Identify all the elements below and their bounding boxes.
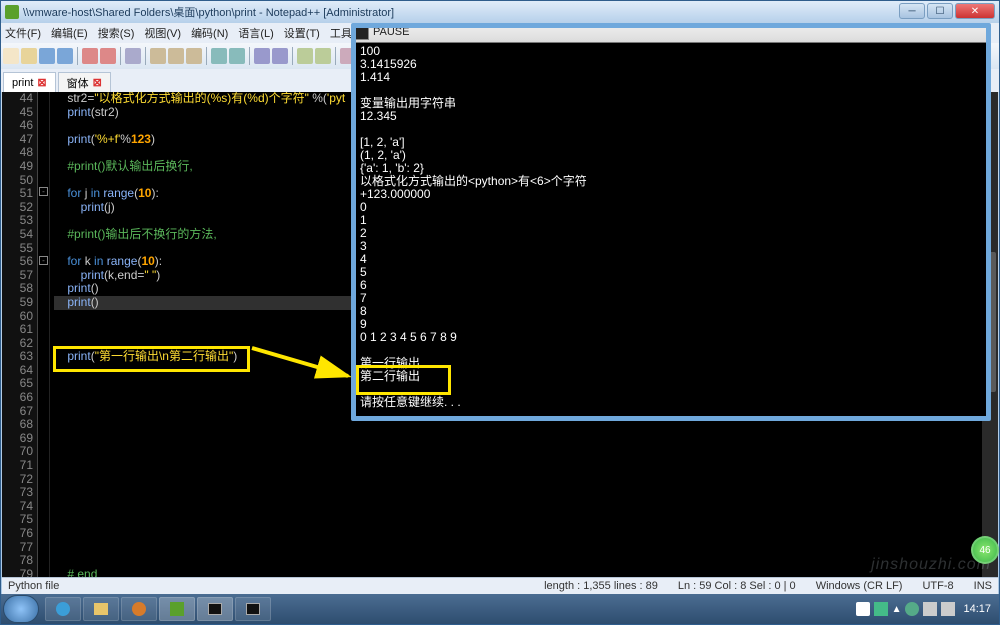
menu-edit[interactable]: 编辑(E) [51,25,88,41]
status-language: Python file [8,580,59,592]
save-icon[interactable] [39,48,55,64]
taskbar-item-cmd[interactable] [197,597,233,621]
window-titlebar: \\vmware-host\Shared Folders\桌面\python\p… [1,1,999,23]
tab-form[interactable]: 窗体⊠ [58,72,111,92]
taskbar-item-notepadpp[interactable] [159,597,195,621]
close-all-icon[interactable] [100,48,116,64]
tray-shield-icon[interactable] [874,602,888,616]
fold-marker-icon[interactable]: - [39,256,48,265]
menu-language[interactable]: 语言(L) [238,25,273,41]
redo-icon[interactable] [229,48,245,64]
paste-icon[interactable] [186,48,202,64]
console-titlebar[interactable]: PAUSE [351,23,991,43]
menu-search[interactable]: 搜索(S) [98,25,135,41]
menu-encoding[interactable]: 编码(N) [191,25,228,41]
code-line[interactable] [54,473,998,487]
taskbar[interactable]: ▲ 14:17 [1,594,999,624]
code-line[interactable] [54,445,998,459]
maximize-button[interactable]: ☐ [927,3,953,19]
tray-app-icon[interactable] [905,602,919,616]
zoom-in-icon[interactable] [297,48,313,64]
taskbar-item-explorer[interactable] [83,597,119,621]
status-length: length : 1,355 lines : 89 [544,580,658,592]
watermark: jinshouzhi.com [871,556,991,574]
start-button[interactable] [3,595,39,623]
code-line[interactable] [54,486,998,500]
code-line[interactable] [54,554,998,568]
console-output: 100 3.1415926 1.414 变量输出用字符串 12.345 [1, … [356,43,986,411]
find-icon[interactable] [254,48,270,64]
close-file-icon[interactable] [82,48,98,64]
zoom-out-icon[interactable] [315,48,331,64]
menu-view[interactable]: 视图(V) [144,25,181,41]
console-window[interactable]: PAUSE 100 3.1415926 1.414 变量输出用字符串 12.34… [351,23,991,421]
status-encoding: UTF-8 [922,580,953,592]
taskbar-item-ie[interactable] [45,597,81,621]
tray-network-icon[interactable] [923,602,937,616]
assistant-badge-icon[interactable]: 46 [971,536,999,564]
tab-print[interactable]: print⊠ [3,72,56,92]
code-line[interactable] [54,513,998,527]
console-icon [355,26,369,40]
clock[interactable]: 14:17 [963,603,991,615]
menu-file[interactable]: 文件(F) [5,25,41,41]
status-position: Ln : 59 Col : 8 Sel : 0 | 0 [678,580,796,592]
cut-icon[interactable] [150,48,166,64]
undo-icon[interactable] [211,48,227,64]
copy-icon[interactable] [168,48,184,64]
minimize-button[interactable]: ─ [899,3,925,19]
close-icon[interactable]: ⊠ [93,76,102,89]
annotation-box-target [356,365,451,395]
tray-flag-icon[interactable] [856,602,870,616]
menu-settings[interactable]: 设置(T) [284,25,320,41]
fold-column[interactable]: - - [38,92,50,582]
taskbar-item-wmp[interactable] [121,597,157,621]
status-insert-mode: INS [974,580,992,592]
tray-volume-icon[interactable] [941,602,955,616]
close-icon[interactable]: ⊠ [37,76,46,89]
status-bar: Python file length : 1,355 lines : 89 Ln… [2,577,998,594]
replace-icon[interactable] [272,48,288,64]
open-file-icon[interactable] [21,48,37,64]
new-file-icon[interactable] [3,48,19,64]
console-title: PAUSE [373,26,409,39]
status-eol: Windows (CR LF) [816,580,903,592]
save-all-icon[interactable] [57,48,73,64]
code-line[interactable] [54,432,998,446]
code-line[interactable] [54,541,998,555]
window-title: \\vmware-host\Shared Folders\桌面\python\p… [23,4,394,20]
line-number-gutter: 4445464748495051525354555657585960616263… [2,92,38,582]
annotation-box-source [53,346,250,372]
code-line[interactable] [54,459,998,473]
close-button[interactable]: ✕ [955,3,995,19]
print-icon[interactable] [125,48,141,64]
taskbar-item-cmd2[interactable] [235,597,271,621]
code-line[interactable] [54,527,998,541]
app-icon [5,5,19,19]
fold-marker-icon[interactable]: - [39,187,48,196]
code-line[interactable] [54,500,998,514]
system-tray[interactable]: ▲ 14:17 [856,602,997,616]
